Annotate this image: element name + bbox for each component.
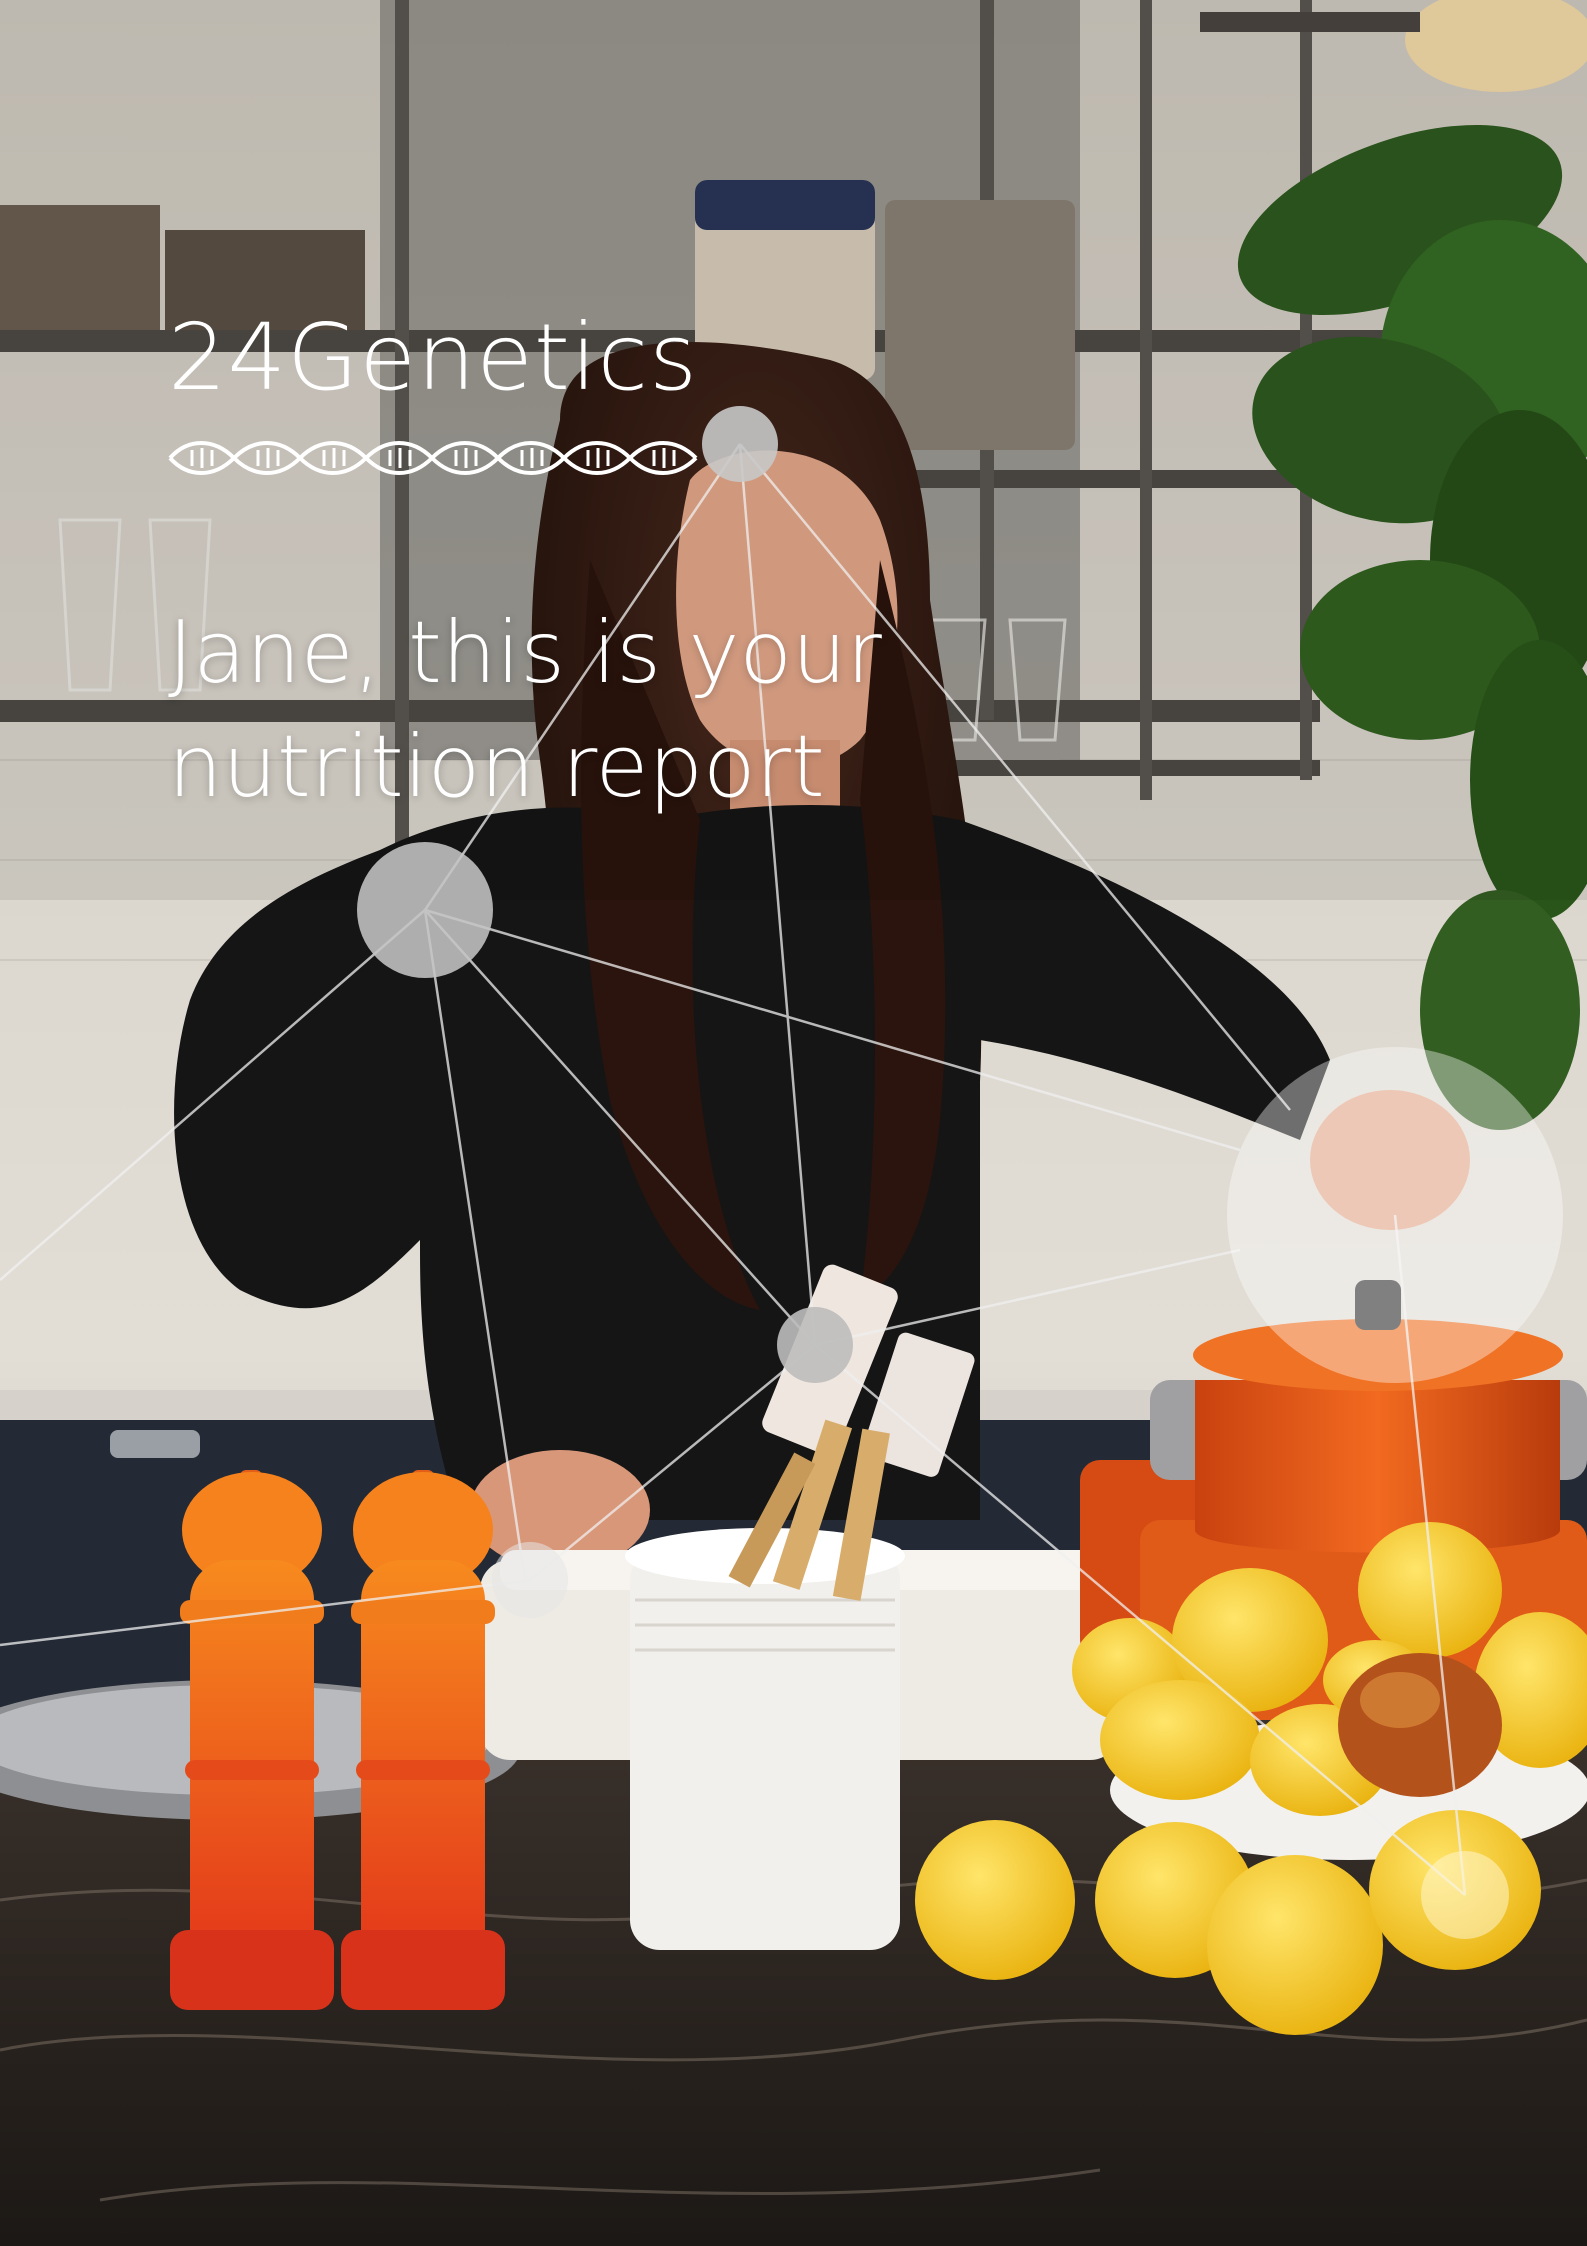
network-node [492,1542,568,1618]
report-cover: 24Genetics Jane, this is your nutrition … [0,0,1587,2246]
report-title-line-2: nutrition report [168,717,825,817]
network-node [1421,1851,1509,1939]
network-node [357,842,493,978]
report-title-line-1: Jane, this is your [168,603,882,703]
network-node [777,1307,853,1383]
network-node [702,406,778,482]
dna-helix-icon [168,441,698,475]
network-node [1227,1047,1563,1383]
brand-logo: 24Genetics [168,304,699,411]
report-title: Jane, this is your nutrition report [168,596,1068,824]
